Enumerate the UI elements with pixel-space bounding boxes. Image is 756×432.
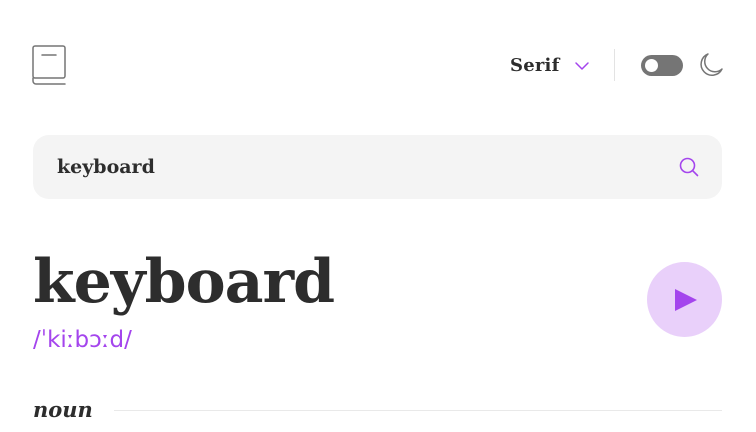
part-of-speech-divider	[114, 410, 722, 411]
theme-toggle-knob	[645, 59, 658, 72]
font-selector[interactable]: Serif	[510, 50, 590, 80]
chevron-down-icon	[574, 62, 589, 70]
header-divider	[614, 49, 615, 81]
theme-toggle[interactable]	[641, 55, 683, 76]
moon-icon[interactable]	[698, 52, 724, 78]
search-icon[interactable]	[678, 156, 700, 178]
search-bar	[33, 135, 722, 199]
search-input[interactable]	[57, 135, 657, 199]
part-of-speech: noun	[33, 397, 93, 422]
play-icon	[675, 289, 697, 311]
play-audio-button[interactable]	[647, 262, 722, 337]
entry-word: keyboard	[33, 247, 335, 317]
font-selector-value: Serif	[510, 54, 560, 76]
entry-phonetic: /ˈkiːbɔːd/	[33, 327, 132, 353]
book-icon[interactable]	[31, 45, 67, 85]
app-header: Serif	[0, 0, 756, 130]
